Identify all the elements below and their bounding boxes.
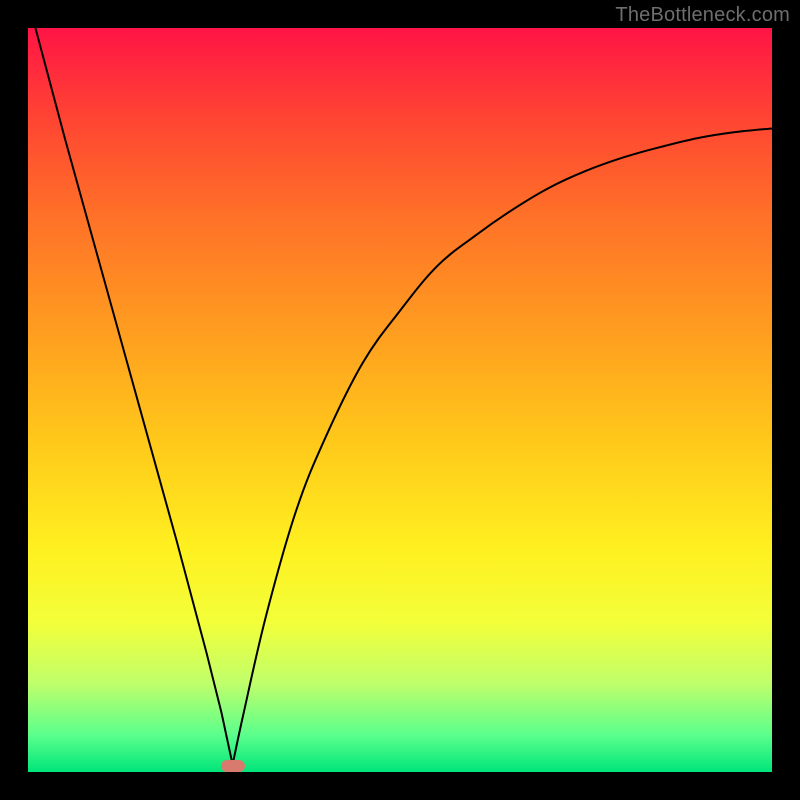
chart-plot-area	[28, 28, 772, 772]
min-marker	[221, 760, 245, 772]
watermark-text: TheBottleneck.com	[615, 4, 790, 27]
chart-svg	[28, 28, 772, 772]
curve-left	[35, 28, 232, 765]
curve-right	[233, 128, 772, 764]
chart-frame: TheBottleneck.com	[0, 0, 800, 800]
